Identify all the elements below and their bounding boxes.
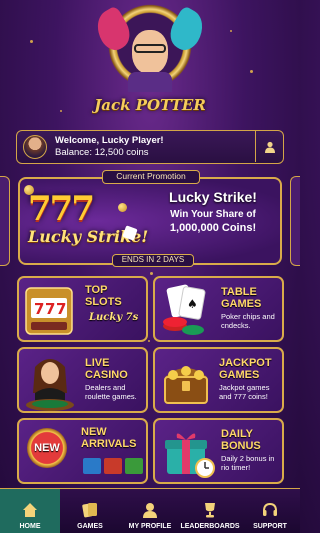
tile-title: NEW ARRIVALS [81, 426, 137, 450]
poker-chips-icon: ♠ [163, 284, 206, 335]
sparkle [60, 110, 62, 112]
home-icon [20, 500, 40, 520]
trophy-icon [200, 500, 220, 520]
sparkle [250, 70, 253, 73]
welcome-text: Welcome, Lucky Player! [55, 135, 164, 146]
player-bar: Welcome, Lucky Player! Balance: 12,500 c… [16, 130, 284, 164]
coin-icon [24, 185, 34, 195]
tile-desc: Daily 2 bonus in rio timer! [221, 454, 275, 472]
tile-top-slots[interactable]: 7 7 7 TOP SLOTS Lucky 7s [17, 276, 148, 342]
nav-games[interactable]: GAMES [60, 489, 120, 533]
tile-desc: Poker chips and cndecks. [221, 312, 275, 330]
gift-box-icon [165, 433, 215, 478]
cards-icon [80, 500, 100, 520]
sparkle [230, 30, 232, 32]
tile-jackpot-games[interactable]: JACKPOT GAMES Jackpot games and 777 coin… [153, 347, 284, 413]
nav-my-profile[interactable]: MY PROFILE [120, 489, 180, 533]
nav-label: GAMES [77, 523, 103, 530]
nav-leaderboards[interactable]: LEADERBOARDS [180, 489, 240, 533]
promo-next-card[interactable] [290, 176, 300, 266]
tile-new-arrivals[interactable]: NEW NEW ARRIVALS [17, 418, 148, 484]
promo-amount: 1,000,000 Coins! [169, 222, 257, 234]
promo-banner[interactable]: Current Promotion 777 Lucky Strike! Luck… [18, 170, 282, 267]
sparkle [30, 40, 33, 43]
sparkle [148, 340, 150, 342]
promo-tag: Current Promotion [102, 170, 200, 184]
tile-desc: Dealers and roulette games. [85, 383, 137, 401]
tile-title: DAILY BONUS [221, 428, 261, 452]
svg-text:♠: ♠ [187, 297, 198, 311]
promo-777-art: 777 [28, 189, 95, 229]
tile-daily-bonus[interactable]: DAILY BONUS Daily 2 bonus in rio timer! [153, 418, 284, 484]
svg-text:7: 7 [45, 300, 55, 318]
nav-label: SUPPORT [253, 523, 287, 530]
dealer-icon [26, 359, 74, 411]
profile-icon [140, 500, 160, 520]
slot-machine-icon: 7 7 7 [25, 287, 73, 335]
nav-label: MY PROFILE [128, 523, 172, 530]
balance-text: Balance: 12,500 coins [55, 147, 149, 158]
nav-home[interactable]: HOME [0, 489, 60, 533]
tile-table-games[interactable]: ♠ TABLE GAMES Poker chips and cndecks. [153, 276, 284, 342]
tile-title: TOP SLOTS [85, 284, 122, 308]
headset-icon [260, 500, 280, 520]
tile-desc: Jackpot games and 777 coins! [219, 383, 270, 401]
promo-subtitle: Win Your Share of [170, 209, 256, 220]
app-logo: Jack POTTER [90, 0, 210, 128]
tile-title: TABLE GAMES [221, 286, 262, 310]
nav-label: LEADERBOARDS [180, 523, 240, 530]
tile-title: JACKPOT GAMES [219, 357, 272, 381]
user-icon [264, 141, 275, 153]
nav-support[interactable]: SUPPORT [240, 489, 300, 533]
sparkle [150, 272, 153, 275]
svg-text:7: 7 [56, 300, 66, 318]
glasses-icon [134, 44, 166, 53]
tile-live-casino[interactable]: LIVE CASINO Dealers and roulette games. [17, 347, 148, 413]
tile-title: LIVE CASINO [85, 357, 128, 381]
slots-label: Lucky 7s [89, 312, 139, 323]
logo-text: Jack POTTER [94, 96, 206, 114]
avatar[interactable] [23, 135, 47, 159]
new-badge: NEW [27, 428, 67, 468]
player-info: Welcome, Lucky Player! Balance: 12,500 c… [55, 135, 164, 159]
new-badge-text: NEW [34, 442, 60, 454]
promo-prev-card[interactable] [0, 176, 10, 266]
mini-games-icon [83, 458, 143, 474]
bottom-nav: HOME GAMES MY PROFILE LEADERBOARDS SUPPO… [0, 488, 300, 533]
profile-button[interactable] [255, 131, 283, 162]
treasure-chest-icon [164, 366, 208, 404]
coin-icon [118, 203, 127, 212]
svg-text:7: 7 [34, 300, 44, 318]
promo-title: Lucky Strike! [169, 189, 257, 205]
jester-body [128, 72, 172, 92]
promo-timer: ENDS IN 2 DAYS [112, 254, 194, 267]
nav-label: HOME [19, 523, 41, 530]
